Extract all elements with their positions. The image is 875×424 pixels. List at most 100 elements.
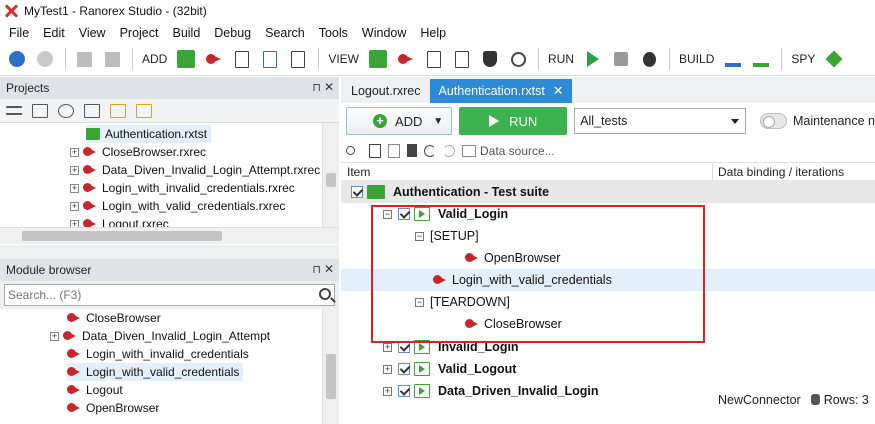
run-suite-button[interactable]: RUN	[459, 107, 568, 135]
checkbox[interactable]	[398, 363, 410, 375]
add-file-button[interactable]	[285, 46, 311, 72]
menu-project[interactable]: Project	[113, 26, 166, 40]
paste-icon[interactable]	[388, 143, 400, 158]
sort-icon[interactable]	[84, 103, 100, 118]
undo-icon[interactable]	[424, 144, 436, 157]
left-panel: Projects ⊓ ✕ Authentication.rxtst + Close…	[0, 77, 339, 424]
bug-icon	[642, 51, 656, 67]
build-deploy-button[interactable]	[748, 46, 774, 72]
expand-icon[interactable]: +	[383, 364, 392, 374]
view-report-button[interactable]	[449, 46, 475, 72]
module-item[interactable]: Logout	[67, 381, 123, 399]
module-item[interactable]: CloseBrowser	[67, 309, 161, 327]
add-code-module-button[interactable]	[229, 46, 255, 72]
recording-icon	[83, 182, 97, 194]
expand-icon[interactable]: +	[50, 331, 59, 341]
view-security-button[interactable]	[477, 46, 503, 72]
debug-button[interactable]	[636, 46, 662, 72]
tab-authentication[interactable]: Authentication.rxtst ✕	[430, 79, 572, 103]
expand-icon[interactable]: +	[70, 183, 79, 193]
menu-build[interactable]: Build	[165, 26, 207, 40]
menu-search[interactable]: Search	[258, 26, 312, 40]
pin-icon[interactable]: ⊓	[312, 263, 321, 276]
module-search-input[interactable]	[5, 288, 305, 302]
add-dropdown-button[interactable]: + ADD ▼	[346, 107, 453, 135]
scroll-thumb[interactable]	[326, 354, 336, 399]
expand-icon[interactable]: +	[70, 165, 79, 175]
menu-tools[interactable]: Tools	[312, 26, 355, 40]
view-recording-button[interactable]	[393, 46, 419, 72]
module-item[interactable]: + Data_Diven_Invalid_Login_Attempt	[50, 327, 270, 345]
data-binding-cell[interactable]: NewConnector Rows: 3	[718, 393, 869, 407]
view-repository-button[interactable]	[421, 46, 447, 72]
add-recording-button[interactable]	[201, 46, 227, 72]
expand-icon[interactable]: +	[70, 147, 79, 157]
close-icon[interactable]: ✕	[324, 262, 334, 276]
tree-item[interactable]: + Login_with_invalid_credentials.rxrec	[70, 179, 295, 197]
ranorex-logo-icon	[2, 2, 20, 20]
menu-debug[interactable]: Debug	[207, 26, 258, 40]
menu-edit[interactable]: Edit	[36, 26, 72, 40]
module-item[interactable]: OpenBrowser	[67, 399, 159, 417]
module-item[interactable]: Login_with_valid_credentials	[67, 363, 244, 381]
menu-window[interactable]: Window	[355, 26, 413, 40]
build-button[interactable]	[720, 46, 746, 72]
back-button[interactable]	[4, 46, 30, 72]
expand-icon[interactable]: +	[383, 342, 392, 352]
close-tab-icon[interactable]: ✕	[553, 83, 564, 99]
scroll-thumb[interactable]	[326, 173, 336, 187]
menu-file[interactable]: File	[2, 26, 36, 40]
module-item[interactable]: Login_with_invalid_credentials	[67, 345, 249, 363]
tree-item[interactable]: + Data_Diven_Invalid_Login_Attempt.rxrec	[70, 161, 320, 179]
expand-icon[interactable]: +	[70, 201, 79, 211]
module-vertical-scrollbar[interactable]	[322, 309, 339, 424]
spy-button[interactable]	[821, 46, 847, 72]
tree-item[interactable]: Authentication.rxtst	[86, 125, 212, 143]
delete-icon[interactable]	[407, 144, 417, 157]
view-settings-button[interactable]	[505, 46, 531, 72]
checkbox[interactable]	[398, 385, 410, 397]
module-search[interactable]	[4, 284, 335, 306]
add-suite-button[interactable]	[173, 46, 199, 72]
suite-root-row[interactable]: Authentication - Test suite	[341, 181, 875, 203]
save-all-button[interactable]	[99, 46, 125, 72]
column-item[interactable]: Item	[341, 163, 713, 180]
close-icon[interactable]: ✕	[324, 80, 334, 94]
open-folder-icon[interactable]	[136, 103, 152, 118]
copy-icon[interactable]	[369, 143, 381, 158]
data-source-icon[interactable]	[462, 144, 476, 157]
properties-icon[interactable]	[32, 103, 48, 118]
tree-item[interactable]: + Login_with_valid_credentials.rxrec	[70, 197, 285, 215]
projects-vertical-scrollbar[interactable]	[322, 123, 339, 227]
cut-icon[interactable]	[346, 146, 355, 155]
save-button[interactable]	[71, 46, 97, 72]
search-icon[interactable]	[319, 288, 331, 300]
collapse-all-icon[interactable]	[6, 106, 22, 115]
refresh-icon[interactable]	[58, 103, 74, 118]
checkbox[interactable]	[351, 186, 363, 198]
tree-item-label: Login_with_valid_credentials.rxrec	[102, 199, 286, 213]
add-module-group-button[interactable]	[257, 46, 283, 72]
redo-icon[interactable]	[443, 144, 455, 157]
build-icon	[725, 51, 742, 67]
pin-icon[interactable]: ⊓	[312, 81, 321, 94]
run-config-select[interactable]: All_tests	[574, 108, 746, 134]
expand-icon[interactable]: +	[383, 386, 392, 396]
menu-help[interactable]: Help	[413, 26, 453, 40]
menu-view[interactable]: View	[72, 26, 113, 40]
tree-item[interactable]: + CloseBrowser.rxrec	[70, 143, 206, 161]
column-data-binding[interactable]: Data binding / iterations	[713, 165, 844, 179]
maintenance-toggle[interactable]	[759, 113, 787, 129]
forward-button[interactable]	[32, 46, 58, 72]
plus-icon: +	[373, 114, 387, 128]
test-case-row[interactable]: + Valid_Logout	[341, 358, 875, 380]
run-button[interactable]	[580, 46, 606, 72]
add-item-icon[interactable]	[110, 103, 126, 118]
database-icon	[810, 394, 820, 405]
view-suite-button[interactable]	[365, 46, 391, 72]
stop-button[interactable]	[608, 46, 634, 72]
tab-logout[interactable]: Logout.rxrec	[343, 79, 428, 103]
projects-horizontal-scrollbar[interactable]	[0, 227, 339, 244]
data-source-button[interactable]: Data source...	[480, 144, 555, 158]
scroll-thumb[interactable]	[22, 231, 222, 241]
